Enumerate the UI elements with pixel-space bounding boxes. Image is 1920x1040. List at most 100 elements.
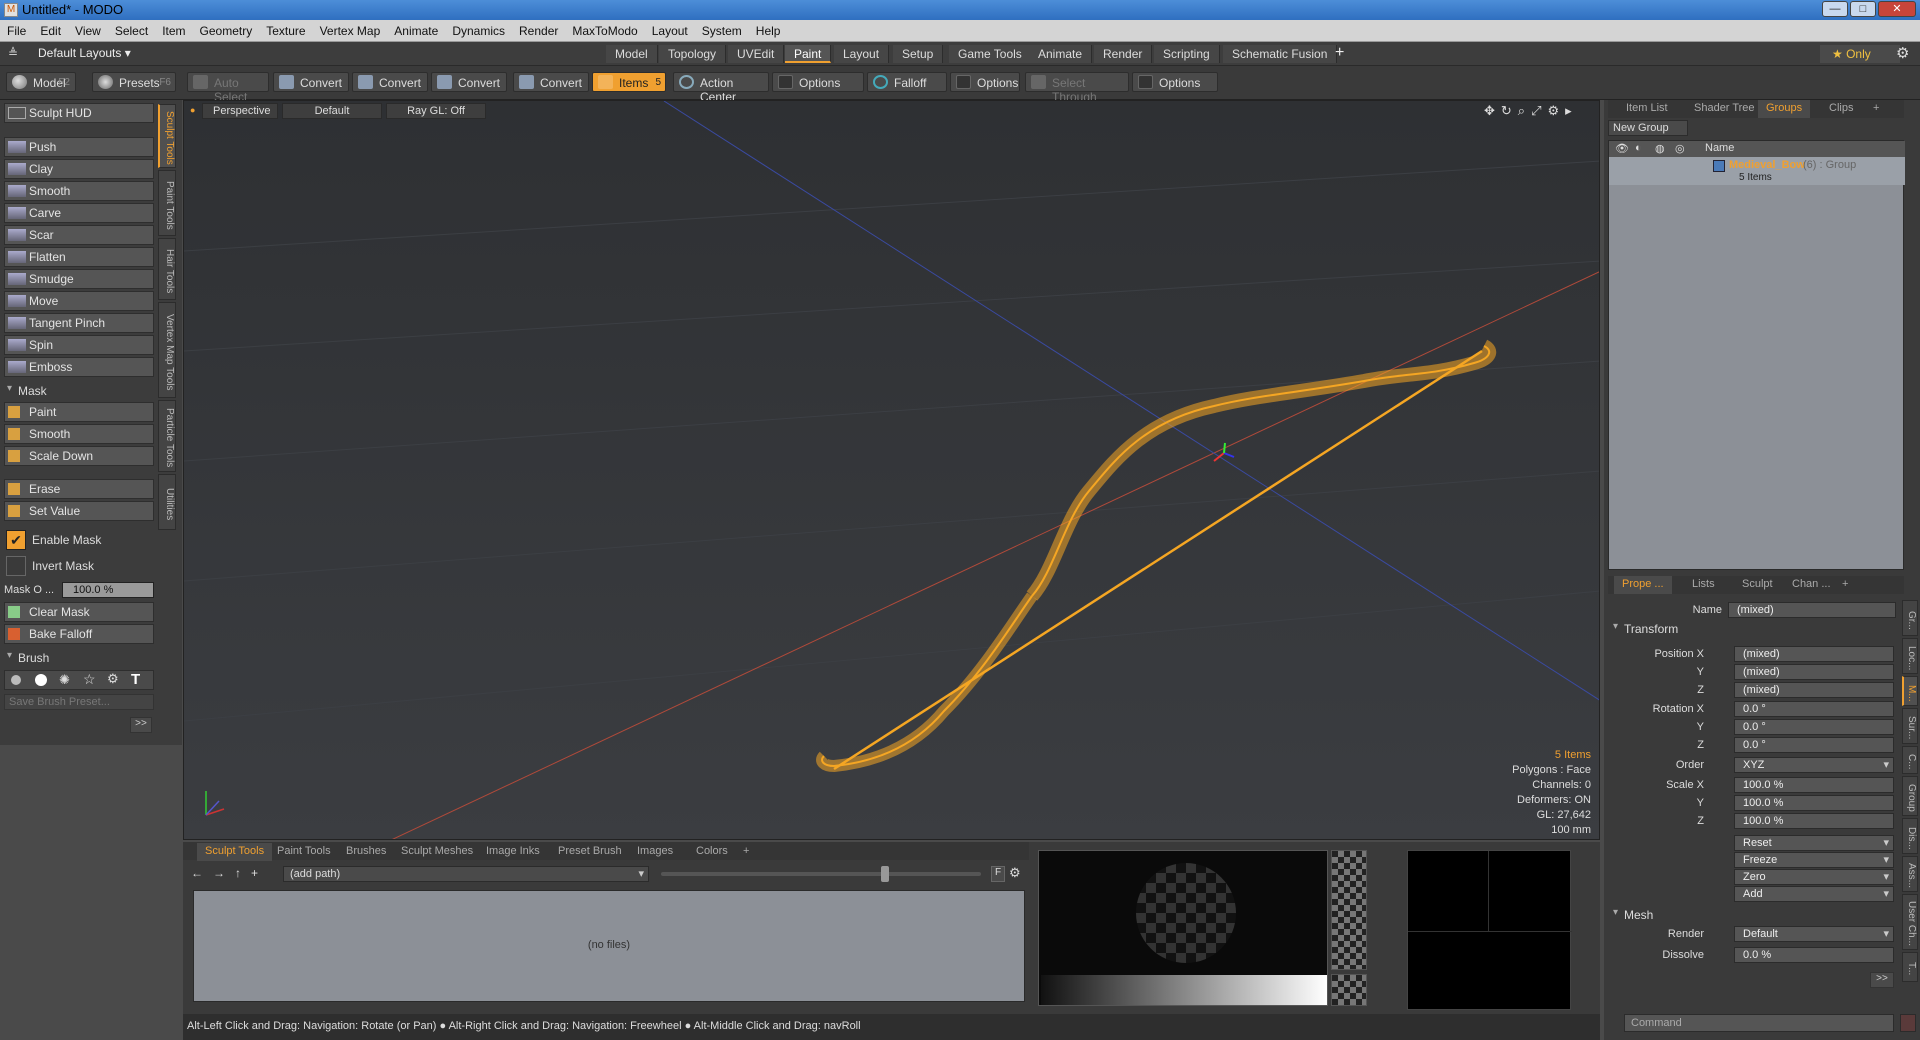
sculpt-tool-flatten[interactable]: Flatten [4, 247, 154, 267]
convert-polygons-button[interactable]: Convert [431, 72, 507, 92]
vtab-paint-tools[interactable]: Paint Tools [158, 170, 176, 236]
viewport-menu-icon[interactable]: ● [190, 105, 195, 115]
tab-paint[interactable]: Paint [785, 45, 832, 63]
vtab-vertex-map-tools[interactable]: Vertex Map Tools [158, 302, 176, 398]
tab-sculpt-meshes[interactable]: Sculpt Meshes [393, 843, 481, 861]
path-nav-icons[interactable]: ←→↑+ [191, 866, 268, 880]
hard-brush-icon[interactable] [35, 674, 47, 686]
tab-clips[interactable]: Clips [1821, 100, 1861, 118]
menu-geometry[interactable]: Geometry [193, 20, 260, 42]
procedural-brush-icon[interactable]: ⚙ [107, 671, 119, 687]
menu-dynamics[interactable]: Dynamics [445, 20, 512, 42]
convert-edges-button[interactable]: Convert [352, 72, 428, 92]
enable-mask-checkbox[interactable]: ✔ [6, 530, 26, 550]
side-tab-0[interactable]: Gr... [1902, 600, 1918, 636]
only-toggle[interactable]: ★ Only [1820, 45, 1900, 63]
render-dropdown[interactable]: Default [1734, 926, 1894, 942]
raygl-toggle[interactable]: Ray GL: Off [386, 103, 486, 119]
tab-paint-tools-bottom[interactable]: Paint Tools [269, 843, 339, 861]
tab-animate[interactable]: Animate [1029, 45, 1093, 63]
menu-system[interactable]: System [695, 20, 749, 42]
convert-items-button[interactable]: Convert [513, 72, 589, 92]
rotation-y-field[interactable]: 0.0 ° [1734, 719, 1894, 735]
tab-scripting[interactable]: Scripting [1154, 45, 1220, 63]
soft-brush-icon[interactable] [11, 675, 21, 685]
sculpt-tool-emboss[interactable]: Emboss [4, 357, 154, 377]
lock-icon[interactable]: ◍ [1655, 142, 1665, 155]
rotation-x-field[interactable]: 0.0 ° [1734, 701, 1894, 717]
items-mode-button[interactable]: Items 5 [592, 72, 666, 92]
properties-more-button[interactable]: >> [1870, 972, 1894, 988]
command-history-icon[interactable] [1900, 1014, 1916, 1032]
tab-layout[interactable]: Layout [834, 45, 890, 63]
mask-set-value-button[interactable]: Set Value [4, 501, 154, 521]
order-dropdown[interactable]: XYZ [1734, 757, 1894, 773]
vtab-utilities[interactable]: Utilities [158, 474, 176, 530]
menu-help[interactable]: Help [749, 20, 788, 42]
tab-channels[interactable]: Chan ... [1784, 576, 1839, 594]
add-props-tab-icon[interactable]: + [1834, 576, 1856, 594]
menu-file[interactable]: File [0, 20, 33, 42]
dissolve-field[interactable]: 0.0 % [1734, 947, 1894, 963]
add-panel-tab-icon[interactable]: + [1865, 100, 1887, 118]
path-dropdown[interactable]: (add path) [283, 866, 649, 882]
sculpt-tool-smudge[interactable]: Smudge [4, 269, 154, 289]
position-x-field[interactable]: (mixed) [1734, 646, 1894, 662]
options-select-button[interactable]: Options [1132, 72, 1218, 92]
presets-button[interactable]: Presets F6 [92, 72, 176, 92]
mesh-section[interactable]: Mesh [1610, 906, 1760, 924]
tab-sculpt-tools-bottom[interactable]: Sculpt Tools [197, 843, 273, 861]
sculpt-tool-smooth[interactable]: Smooth [4, 181, 154, 201]
sculpt-tool-carve[interactable]: Carve [4, 203, 154, 223]
sculpt-tool-push[interactable]: Push [4, 137, 154, 157]
invert-mask-checkbox[interactable] [6, 556, 26, 576]
menu-item[interactable]: Item [155, 20, 192, 42]
menu-layout[interactable]: Layout [645, 20, 695, 42]
new-group-button[interactable]: New Group [1608, 120, 1688, 136]
mask-paint-button[interactable]: Paint [4, 402, 154, 422]
tab-image-inks[interactable]: Image Inks [478, 843, 548, 861]
file-browser-area[interactable]: (no files) [193, 890, 1025, 1002]
side-tab-8[interactable]: User Ch... [1902, 894, 1918, 950]
sculpt-tool-tangent-pinch[interactable]: Tangent Pinch [4, 313, 154, 333]
layout-home-icon[interactable]: ≜ [8, 46, 18, 60]
tab-shader-tree[interactable]: Shader Tree [1686, 100, 1763, 118]
vtab-sculpt-tools[interactable]: Sculpt Tools [158, 104, 176, 168]
menu-maxtomodo[interactable]: MaxToModo [565, 20, 644, 42]
sculpt-tool-spin[interactable]: Spin [4, 335, 154, 355]
falloff-button[interactable]: Falloff [867, 72, 947, 92]
tab-groups[interactable]: Groups [1758, 100, 1811, 118]
slider-handle[interactable] [881, 866, 889, 882]
rotation-z-field[interactable]: 0.0 ° [1734, 737, 1894, 753]
model-mode-button[interactable]: Model F2 [6, 72, 76, 92]
convert-vertices-button[interactable]: Convert [273, 72, 349, 92]
text-brush-icon[interactable]: T [131, 671, 140, 688]
menu-texture[interactable]: Texture [259, 20, 312, 42]
scale-z-field[interactable]: 100.0 % [1734, 813, 1894, 829]
3d-viewport[interactable]: ● Perspective Default Ray GL: Off ✥↻⌕⤢⚙▸… [183, 100, 1600, 840]
splat-brush-icon[interactable]: ✺ [59, 672, 70, 688]
side-tab-5[interactable]: Group [1902, 776, 1918, 816]
tab-game-tools[interactable]: Game Tools [949, 45, 1032, 63]
tab-uvedit[interactable]: UVEdit [728, 45, 785, 63]
perspective-dropdown[interactable]: Perspective [202, 103, 278, 119]
brush-section-header[interactable]: Brush [4, 649, 154, 667]
render-icon[interactable]: ◐ [1635, 142, 1642, 154]
options-action-center-button[interactable]: Options [772, 72, 864, 92]
sculpt-tool-move[interactable]: Move [4, 291, 154, 311]
side-tab-2[interactable]: M... [1902, 676, 1918, 706]
select-icon[interactable]: ◎ [1675, 142, 1685, 155]
vtab-particle-tools[interactable]: Particle Tools [158, 400, 176, 472]
name-field[interactable]: (mixed) [1728, 602, 1896, 618]
group-row-medieval-bow[interactable]: Medieval_Bow (6) : Group 5 Items [1609, 157, 1905, 185]
sculpt-tool-clay[interactable]: Clay [4, 159, 154, 179]
side-tab-4[interactable]: C... [1902, 746, 1918, 774]
side-tab-6[interactable]: Dis... [1902, 818, 1918, 854]
scale-x-field[interactable]: 100.0 % [1734, 777, 1894, 793]
menu-vertex-map[interactable]: Vertex Map [313, 20, 388, 42]
menu-edit[interactable]: Edit [33, 20, 68, 42]
add-tab-icon[interactable]: + [735, 843, 757, 861]
sculpt-hud-button[interactable]: Sculpt HUD [4, 103, 154, 123]
more-button[interactable]: >> [130, 717, 152, 733]
minimize-button[interactable]: — [1822, 1, 1848, 17]
